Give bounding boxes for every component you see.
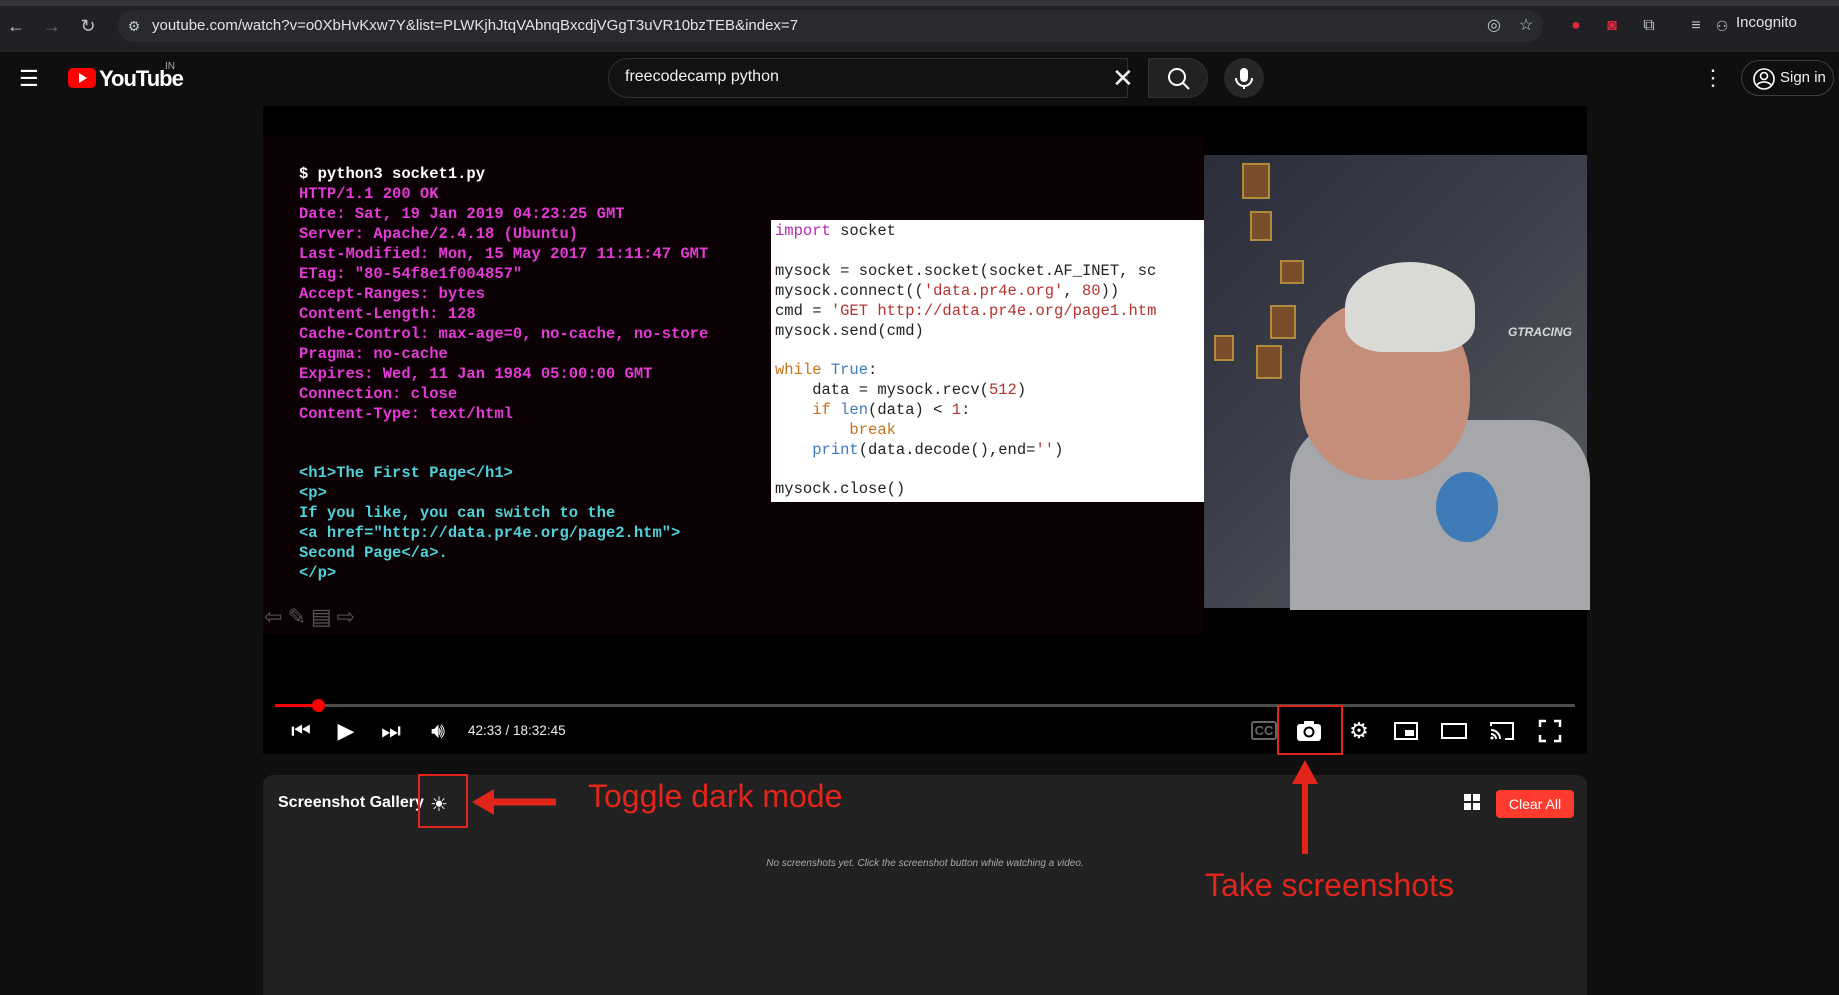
terminal-line: Expires: Wed, 11 Jan 1984 05:00:00 GMT [299, 365, 653, 383]
terminal-line: Accept-Ranges: bytes [299, 285, 486, 303]
code-line: break [775, 421, 896, 439]
time-display: 42:33 / 18:32:45 [468, 723, 566, 738]
html-line: <p> [299, 484, 327, 502]
site-info-icon[interactable]: ⚙ [122, 14, 146, 38]
terminal-line: Date: Sat, 19 Jan 2019 04:23:25 GMT [299, 205, 625, 223]
menu-hamburger-icon[interactable]: ☰ [19, 66, 39, 92]
terminal-line: Server: Apache/2.4.18 (Ubuntu) [299, 225, 579, 243]
slide-prev-icon: ⇦ [264, 604, 288, 629]
terminal-line: Content-Length: 128 [299, 305, 476, 323]
arrow-up-annotation [1292, 760, 1318, 854]
grid-view-icon[interactable] [1463, 793, 1481, 811]
wall-plaque [1280, 260, 1304, 284]
chair-brand-text: GTRACING [1508, 325, 1572, 339]
microphone-icon [1235, 68, 1253, 89]
back-icon[interactable]: ← [4, 14, 28, 38]
terminal-line: ETag: "80-54f8e1f004857" [299, 265, 523, 283]
account-icon [1753, 68, 1775, 90]
clear-all-button[interactable]: Clear All [1496, 790, 1574, 818]
html-line: If you like, you can switch to the [299, 504, 616, 522]
code-line: if len(data) < 1: [775, 401, 971, 419]
slide-next-icon: ⇨ [336, 604, 361, 629]
toggle-dark-mode-annotation: Toggle dark mode [588, 778, 843, 814]
search-query[interactable]: freecodecamp python [625, 68, 779, 86]
extensions-puzzle-icon[interactable]: ⧉ [1637, 14, 1661, 38]
voice-search-button[interactable] [1224, 58, 1264, 98]
url-text[interactable]: youtube.com/watch?v=o0XbHvKxw7Y&list=PLW… [152, 17, 798, 34]
dark-toggle-highlight-box [418, 774, 468, 828]
code-line: mysock.send(cmd) [775, 322, 924, 340]
clear-search-icon[interactable]: ✕ [1112, 64, 1134, 92]
miniplayer-icon[interactable] [1391, 716, 1421, 746]
screenshot-highlight-box [1277, 705, 1343, 755]
settings-gear-icon[interactable]: ⚙ [1344, 716, 1374, 746]
code-line: while True: [775, 361, 878, 379]
volume-icon[interactable]: 🔊︎ [423, 716, 453, 746]
next-video-icon[interactable]: ⏭ [376, 716, 406, 746]
terminal-line: Content-Type: text/html [299, 405, 513, 423]
search-button[interactable] [1148, 58, 1208, 98]
code-line: mysock.close() [775, 480, 906, 498]
country-code: IN [165, 61, 175, 72]
progress-bar[interactable] [275, 704, 1575, 707]
play-button[interactable]: ▶ [331, 716, 361, 746]
code-line: import socket [775, 222, 896, 240]
tab-strip [0, 0, 1839, 6]
html-line: <h1>The First Page</h1> [299, 464, 513, 482]
html-line: </p> [299, 564, 337, 582]
wall-plaque [1270, 305, 1296, 339]
terminal-line: Cache-Control: max-age=0, no-cache, no-s… [299, 325, 709, 343]
slide-pen-icon: ✎ [287, 604, 311, 629]
wall-plaque [1256, 345, 1282, 379]
code-line: print(data.decode(),end='') [775, 441, 1064, 459]
scrubber-handle[interactable] [311, 699, 325, 712]
theater-mode-icon[interactable] [1439, 716, 1469, 746]
terminal-line: HTTP/1.1 200 OK [299, 185, 439, 203]
arrow-left-annotation [472, 789, 556, 815]
youtube-logo-icon[interactable] [68, 68, 96, 88]
search-icon [1168, 68, 1190, 90]
more-options-icon[interactable]: ⋮ [1702, 65, 1724, 91]
forward-icon[interactable]: → [40, 14, 64, 38]
media-controls-icon[interactable]: ≡ [1684, 14, 1708, 38]
code-line: data = mysock.recv(512) [775, 381, 1027, 399]
gallery-title: Screenshot Gallery [278, 794, 424, 811]
html-line: Second Page</a>. [299, 544, 448, 562]
take-screenshots-annotation: Take screenshots [1205, 867, 1455, 903]
wall-plaque [1250, 211, 1272, 241]
extension-camera-icon[interactable]: ◙ [1600, 14, 1624, 38]
html-line: <a href="http://data.pr4e.org/page2.htm"… [299, 524, 681, 542]
gallery-empty-message: No screenshots yet. Click the screenshot… [766, 858, 1084, 869]
captions-icon[interactable]: CC [1249, 716, 1279, 746]
presenter-hair [1345, 262, 1475, 352]
terminal-line: Connection: close [299, 385, 458, 403]
incognito-label[interactable]: Incognito [1736, 14, 1797, 31]
incognito-icon: ⚇ [1715, 18, 1729, 34]
terminal-line: $ python3 socket1.py [299, 165, 486, 183]
sign-in-label[interactable]: Sign in [1780, 69, 1826, 86]
wall-plaque [1214, 335, 1234, 361]
code-line: mysock = socket.socket(socket.AF_INET, s… [775, 262, 1157, 280]
shirt-logo [1436, 472, 1498, 542]
terminal-line: Last-Modified: Mon, 15 May 2017 11:11:47… [299, 245, 709, 263]
wall-plaque [1242, 163, 1270, 199]
fullscreen-icon[interactable] [1535, 716, 1565, 746]
terminal-line: Pragma: no-cache [299, 345, 448, 363]
previous-video-icon[interactable]: ⏮ [286, 716, 316, 746]
slide-navigation-tools: ⇦✎▤⇨ [264, 604, 360, 630]
reload-icon[interactable]: ↻ [76, 14, 100, 38]
bookmark-star-icon[interactable]: ☆ [1514, 14, 1538, 38]
slide-notes-icon: ▤ [310, 604, 337, 629]
extension-record-icon[interactable]: ● [1564, 14, 1588, 38]
eye-off-icon[interactable]: ◎ [1482, 14, 1506, 38]
cast-icon[interactable] [1487, 716, 1517, 746]
code-line: cmd = 'GET http://data.pr4e.org/page1.ht… [775, 302, 1157, 320]
code-line: mysock.connect(('data.pr4e.org', 80)) [775, 282, 1120, 300]
